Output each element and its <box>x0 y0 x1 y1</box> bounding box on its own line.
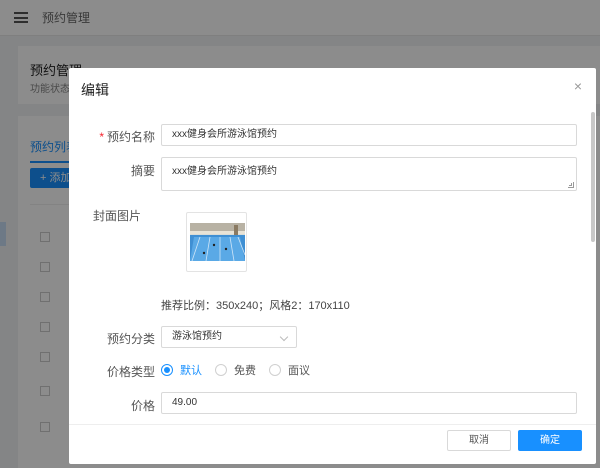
price-input[interactable]: 49.00 <box>161 392 577 414</box>
radio-checked-icon <box>161 364 173 376</box>
summary-text: xxx健身会所游泳馆预约 <box>172 166 277 177</box>
cover-image-upload[interactable] <box>186 212 247 272</box>
radio-unchecked-icon <box>215 364 227 376</box>
required-mark: * <box>99 130 104 144</box>
scrollbar-thumb[interactable] <box>591 112 595 242</box>
footer-divider <box>69 424 596 425</box>
summary-label: 摘要 <box>130 164 155 178</box>
modal-title: 编辑 <box>81 82 109 98</box>
chevron-down-icon <box>279 332 289 342</box>
name-input[interactable]: xxx健身会所游泳馆预约 <box>161 124 577 146</box>
radio-default[interactable]: 默认 <box>161 362 202 378</box>
radio-unchecked-icon <box>269 364 281 376</box>
name-label: * 预约名称 <box>99 130 155 144</box>
price-type-label: 价格类型 <box>106 365 155 379</box>
category-value: 游泳馆预约 <box>172 331 222 342</box>
category-select[interactable]: 游泳馆预约 <box>161 326 297 348</box>
price-label: 价格 <box>130 399 155 413</box>
close-icon[interactable]: × <box>574 79 582 93</box>
cover-image <box>190 223 245 261</box>
cancel-button[interactable]: 取消 <box>447 430 511 451</box>
category-label: 预约分类 <box>106 332 155 346</box>
modal-header: 编辑 × <box>69 68 596 108</box>
cover-hint: 推荐比例：350x240；风格2：170x110 <box>161 300 350 312</box>
radio-free[interactable]: 免费 <box>215 362 256 378</box>
cover-label: 封面图片 <box>92 209 141 223</box>
radio-negotiable[interactable]: 面议 <box>269 362 310 378</box>
edit-modal: 编辑 × * 预约名称 xxx健身会所游泳馆预约 摘要 xxx健身会所游泳馆预约 … <box>69 68 596 464</box>
summary-textarea[interactable]: xxx健身会所游泳馆预约 <box>161 157 577 191</box>
confirm-button[interactable]: 确定 <box>518 430 582 451</box>
resize-grip-icon[interactable] <box>568 182 574 188</box>
